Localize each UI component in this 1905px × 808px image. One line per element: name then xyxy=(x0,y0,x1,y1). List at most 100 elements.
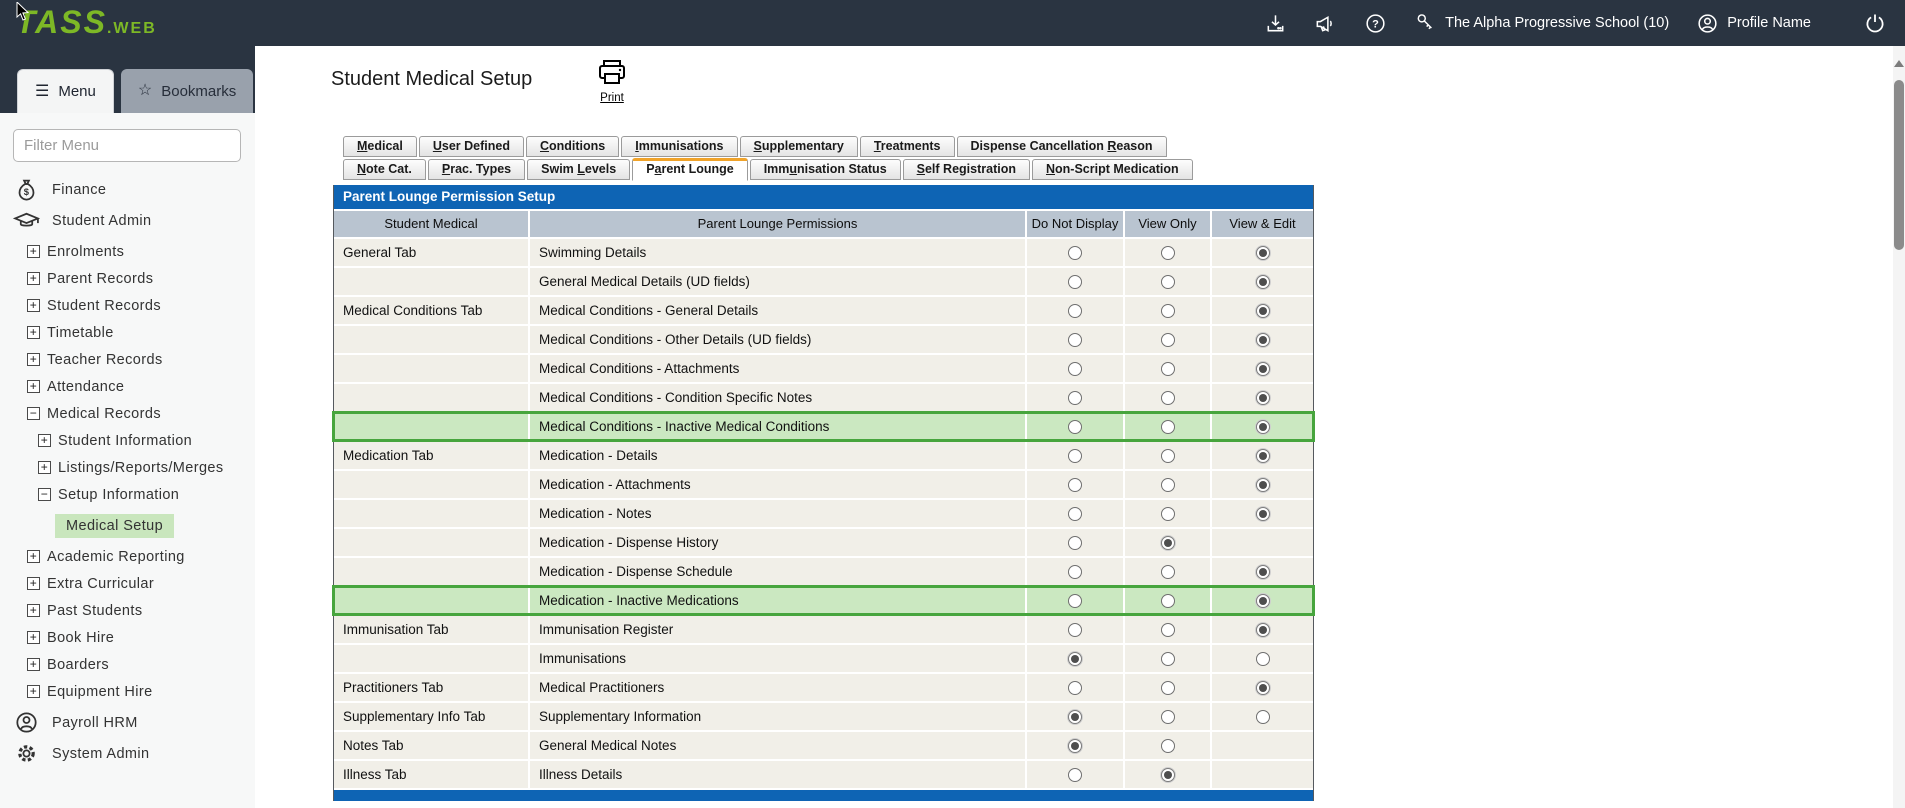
radio-do-not-display[interactable] xyxy=(1068,362,1082,376)
expand-plus-icon[interactable]: + xyxy=(27,353,40,366)
sidebar-item-academic-reporting[interactable]: +Academic Reporting xyxy=(0,543,255,570)
sidebar-item-timetable[interactable]: +Timetable xyxy=(0,319,255,346)
radio-do-not-display[interactable] xyxy=(1068,768,1082,782)
radio-view-edit[interactable] xyxy=(1256,565,1270,579)
radio-do-not-display[interactable] xyxy=(1068,449,1082,463)
radio-do-not-display[interactable] xyxy=(1068,507,1082,521)
school-selector[interactable]: The Alpha Progressive School (10) xyxy=(1413,11,1669,35)
expand-plus-icon[interactable]: + xyxy=(38,461,51,474)
radio-view-only[interactable] xyxy=(1161,681,1175,695)
logout-power-icon[interactable] xyxy=(1863,11,1887,35)
radio-view-only[interactable] xyxy=(1161,362,1175,376)
expand-plus-icon[interactable]: + xyxy=(27,550,40,563)
radio-do-not-display[interactable] xyxy=(1068,710,1082,724)
radio-view-only[interactable] xyxy=(1161,710,1175,724)
sidebar-item-extra-curricular[interactable]: +Extra Curricular xyxy=(0,570,255,597)
sidebar-item-medical-records[interactable]: −Medical Records xyxy=(0,400,255,427)
radio-do-not-display[interactable] xyxy=(1068,739,1082,753)
tab-swim-levels[interactable]: Swim Levels xyxy=(527,159,630,180)
radio-view-edit[interactable] xyxy=(1256,246,1270,260)
radio-view-edit[interactable] xyxy=(1256,275,1270,289)
sidebar-item-student-admin[interactable]: Student Admin xyxy=(0,207,255,234)
radio-view-edit[interactable] xyxy=(1256,333,1270,347)
radio-view-only[interactable] xyxy=(1161,536,1175,550)
sidebar-item-listings-reports-merges[interactable]: +Listings/Reports/Merges xyxy=(0,454,255,481)
radio-view-only[interactable] xyxy=(1161,449,1175,463)
radio-view-only[interactable] xyxy=(1161,391,1175,405)
sidebar-item-payroll-hrm[interactable]: Payroll HRM xyxy=(0,709,255,736)
radio-view-edit[interactable] xyxy=(1256,681,1270,695)
radio-do-not-display[interactable] xyxy=(1068,565,1082,579)
radio-view-only[interactable] xyxy=(1161,565,1175,579)
radio-do-not-display[interactable] xyxy=(1068,681,1082,695)
tab-conditions[interactable]: Conditions xyxy=(526,136,619,157)
expand-plus-icon[interactable]: + xyxy=(27,299,40,312)
radio-do-not-display[interactable] xyxy=(1068,275,1082,289)
sidebar-item-book-hire[interactable]: +Book Hire xyxy=(0,624,255,651)
expand-plus-icon[interactable]: + xyxy=(27,380,40,393)
tab-note-cat[interactable]: Note Cat. xyxy=(343,159,426,180)
sidebar-item-attendance[interactable]: +Attendance xyxy=(0,373,255,400)
radio-view-only[interactable] xyxy=(1161,304,1175,318)
radio-do-not-display[interactable] xyxy=(1068,333,1082,347)
expand-plus-icon[interactable]: + xyxy=(27,245,40,258)
tab-prac-types[interactable]: Prac. Types xyxy=(428,159,525,180)
sidebar-item-medical-setup[interactable]: Medical Setup xyxy=(0,512,255,539)
sidebar-item-enrolments[interactable]: +Enrolments xyxy=(0,238,255,265)
radio-view-edit[interactable] xyxy=(1256,594,1270,608)
radio-do-not-display[interactable] xyxy=(1068,623,1082,637)
sidebar-item-setup-information[interactable]: −Setup Information xyxy=(0,481,255,508)
radio-do-not-display[interactable] xyxy=(1068,536,1082,550)
tab-treatments[interactable]: Treatments xyxy=(860,136,955,157)
radio-view-edit[interactable] xyxy=(1256,304,1270,318)
radio-view-only[interactable] xyxy=(1161,507,1175,521)
expand-plus-icon[interactable]: + xyxy=(27,658,40,671)
tab-user-defined[interactable]: User Defined xyxy=(419,136,524,157)
announcements-icon[interactable] xyxy=(1313,11,1337,35)
radio-view-edit[interactable] xyxy=(1256,391,1270,405)
radio-view-edit[interactable] xyxy=(1256,710,1270,724)
sidebar-item-system-admin[interactable]: System Admin xyxy=(0,740,255,767)
radio-view-edit[interactable] xyxy=(1256,507,1270,521)
sidebar-item-student-records[interactable]: +Student Records xyxy=(0,292,255,319)
tab-immunisations[interactable]: Immunisations xyxy=(621,136,737,157)
scrollbar-up-arrow[interactable] xyxy=(1894,60,1904,67)
radio-view-only[interactable] xyxy=(1161,594,1175,608)
radio-view-edit[interactable] xyxy=(1256,623,1270,637)
radio-view-edit[interactable] xyxy=(1256,652,1270,666)
bookmarks-tab[interactable]: ☆ Bookmarks xyxy=(121,69,253,113)
help-icon[interactable]: ? xyxy=(1363,11,1387,35)
print-button[interactable]: Print xyxy=(590,58,634,104)
expand-plus-icon[interactable]: + xyxy=(38,434,51,447)
radio-do-not-display[interactable] xyxy=(1068,420,1082,434)
tab-medical[interactable]: Medical xyxy=(343,136,417,157)
expand-plus-icon[interactable]: + xyxy=(27,272,40,285)
expand-plus-icon[interactable]: + xyxy=(27,685,40,698)
radio-view-only[interactable] xyxy=(1161,623,1175,637)
profile-menu[interactable]: Profile Name xyxy=(1695,11,1811,35)
tab-immunisation-status[interactable]: Immunisation Status xyxy=(750,159,901,180)
sidebar-item-boarders[interactable]: +Boarders xyxy=(0,651,255,678)
radio-view-only[interactable] xyxy=(1161,333,1175,347)
radio-view-only[interactable] xyxy=(1161,246,1175,260)
radio-view-edit[interactable] xyxy=(1256,362,1270,376)
tab-non-script-medication[interactable]: Non-Script Medication xyxy=(1032,159,1193,180)
radio-view-only[interactable] xyxy=(1161,652,1175,666)
radio-do-not-display[interactable] xyxy=(1068,391,1082,405)
sidebar-item-teacher-records[interactable]: +Teacher Records xyxy=(0,346,255,373)
radio-do-not-display[interactable] xyxy=(1068,246,1082,260)
radio-view-only[interactable] xyxy=(1161,478,1175,492)
radio-do-not-display[interactable] xyxy=(1068,304,1082,318)
tab-dispense-cancellation-reason[interactable]: Dispense Cancellation Reason xyxy=(957,136,1167,157)
radio-do-not-display[interactable] xyxy=(1068,652,1082,666)
radio-do-not-display[interactable] xyxy=(1068,478,1082,492)
radio-view-only[interactable] xyxy=(1161,768,1175,782)
expand-plus-icon[interactable]: + xyxy=(27,326,40,339)
tab-parent-lounge[interactable]: Parent Lounge xyxy=(632,158,748,181)
filter-menu-input[interactable] xyxy=(13,129,241,162)
tab-self-registration[interactable]: Self Registration xyxy=(903,159,1030,180)
sidebar-item-parent-records[interactable]: +Parent Records xyxy=(0,265,255,292)
expand-plus-icon[interactable]: + xyxy=(27,604,40,617)
download-icon[interactable] xyxy=(1263,11,1287,35)
menu-tab[interactable]: ☰ Menu xyxy=(17,69,114,113)
